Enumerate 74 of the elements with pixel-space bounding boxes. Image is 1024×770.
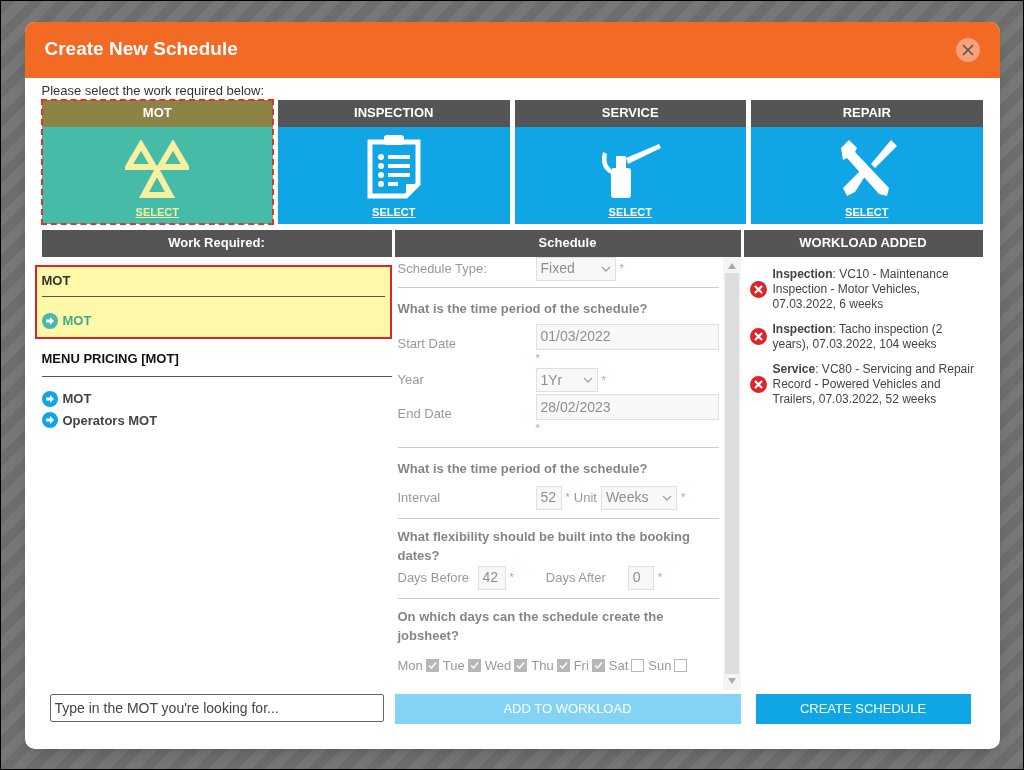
search-field[interactable]: Type in the MOT you're looking for...	[49, 693, 384, 722]
workload-item-text: Inspection: VC10 - Maintenance Inspection - Motor Vehicles, 07.03.2022, 6 weeks	[772, 266, 950, 312]
clipboard-icon	[365, 132, 422, 200]
select-link[interactable]: SELECT	[845, 204, 889, 221]
column-header: Work Required:	[41, 229, 392, 257]
remove-icon[interactable]	[749, 375, 767, 393]
field-label: Unit	[573, 488, 597, 507]
close-button[interactable]	[955, 37, 980, 62]
triangles-icon	[125, 140, 190, 200]
day-label: Thu	[531, 656, 554, 675]
work-item[interactable]: Operators MOT	[62, 410, 158, 430]
chevron-icon	[582, 377, 593, 383]
field-label: Year	[397, 371, 425, 390]
required-mark: *	[535, 421, 541, 436]
dialog-title: Create New Schedule	[44, 37, 238, 62]
arrow-circle-icon	[41, 412, 58, 429]
day-label: Wed	[484, 656, 512, 675]
work-type-tile[interactable]: SERVICE SELECT	[514, 99, 746, 224]
column-header: WORKLOAD ADDED	[743, 229, 983, 257]
instruction-text: Please select the work required below:	[41, 81, 266, 100]
check-icon	[516, 660, 526, 670]
field-label: Interval	[397, 488, 442, 507]
check-icon	[427, 660, 437, 670]
remove-icon[interactable]	[749, 328, 767, 345]
check-icon	[469, 660, 479, 670]
chevron-icon	[600, 265, 611, 272]
select-link[interactable]: SELECT	[372, 204, 416, 221]
field-label: Start Date	[397, 334, 458, 353]
action-button[interactable]: CREATE SCHEDULE	[755, 693, 971, 724]
group-title: MENU PRICING [MOT]	[41, 348, 392, 377]
tile-header: REPAIR	[751, 99, 983, 127]
work-item[interactable]: MOT	[62, 311, 92, 331]
field-label: Days Before	[397, 570, 471, 585]
day-label: Tue	[442, 656, 465, 675]
day-label: Mon	[397, 656, 423, 675]
required-mark: *	[619, 261, 624, 277]
field-label: Days After	[545, 568, 607, 587]
work-type-tile[interactable]: REPAIR SELECT	[751, 99, 983, 224]
workload-item-text: Service: VC80 - Servicing and Repair Record - Powered Vehicles and Trailers, 07.03.2022, 52 weeks	[772, 361, 975, 407]
select-link[interactable]: SELECT	[608, 204, 652, 221]
section-question: What is the time period of the schedule?	[397, 300, 648, 316]
required-mark: *	[657, 570, 663, 586]
required-mark: *	[565, 490, 570, 506]
arrow-circle-icon	[41, 312, 58, 329]
required-mark: *	[509, 570, 514, 586]
tile-header: MOT	[41, 99, 273, 127]
day-label: Sat	[608, 656, 629, 675]
remove-icon[interactable]	[749, 280, 767, 298]
field-label: End Date	[397, 405, 453, 423]
tile-header: SERVICE	[514, 99, 746, 127]
close-icon	[961, 43, 974, 56]
section-question: What flexibility should be built into the booking dates?	[397, 527, 691, 565]
required-mark: *	[680, 490, 686, 506]
required-mark: *	[535, 350, 541, 366]
field-label: Schedule Type:	[397, 259, 488, 278]
select-link[interactable]: SELECT	[135, 204, 179, 221]
required-mark: *	[601, 372, 606, 388]
workload-item-text: Inspection: Tacho inspection (2 years), 07.03.2022, 104 weeks	[772, 321, 944, 352]
check-icon	[558, 660, 568, 670]
section-question: On which days can the schedule create the jobsheet?	[397, 607, 665, 645]
check-icon	[593, 660, 603, 670]
day-label: Sun	[648, 656, 672, 675]
day-label: Fri	[573, 656, 589, 675]
column-header: Schedule	[394, 229, 741, 257]
group-title: MOT	[41, 270, 385, 297]
work-type-tile[interactable]: MOT SELECT	[41, 99, 273, 224]
chevron-icon	[661, 494, 672, 501]
tile-header: INSPECTION	[278, 99, 510, 127]
work-type-tile[interactable]: INSPECTION SELECT	[278, 99, 510, 224]
work-item[interactable]: MOT	[62, 389, 92, 409]
arrow-circle-icon	[41, 390, 58, 407]
scroll-down-icon	[727, 677, 736, 684]
scroll-up-icon	[727, 262, 736, 269]
section-question: What is the time period of the schedule?	[397, 460, 648, 476]
